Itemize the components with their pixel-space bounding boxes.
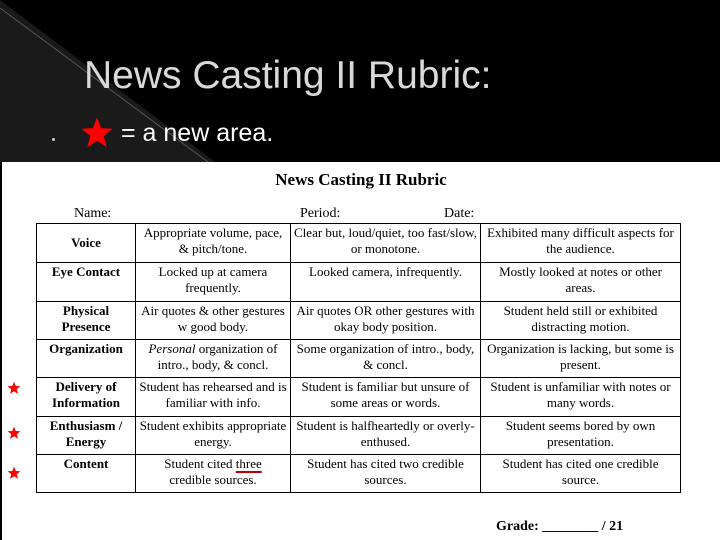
level-cell: Student exhibits appropriate energy. bbox=[135, 416, 291, 455]
level-cell: Student held still or exhibited distract… bbox=[480, 301, 681, 340]
criterion-cell: Enthusiasm / Energy bbox=[36, 416, 136, 455]
slide-title: News Casting II Rubric: bbox=[84, 54, 492, 97]
criterion-cell: Physical Presence bbox=[36, 301, 136, 340]
level-cell: Mostly looked at notes or other areas. bbox=[480, 262, 681, 302]
level-cell: Air quotes OR other gestures with okay b… bbox=[290, 301, 481, 340]
legend-text: = a new area. bbox=[121, 119, 274, 147]
table-row: Organization Personal organization of in… bbox=[36, 339, 681, 378]
criterion-cell: Eye Contact bbox=[36, 262, 136, 302]
level-cell: Student has rehearsed and is familiar wi… bbox=[135, 377, 291, 417]
star-icon bbox=[7, 426, 21, 439]
table-row: Delivery of Information Student has rehe… bbox=[36, 377, 681, 417]
level-cell: Looked camera, infrequently. bbox=[290, 262, 481, 302]
grade-label: Grade: ________ / 21 bbox=[496, 519, 624, 534]
star-icon bbox=[7, 381, 21, 394]
level-cell: Exhibited many difficult aspects for the… bbox=[480, 223, 681, 263]
level-cell: Student has cited two credible sources. bbox=[290, 454, 481, 493]
level-cell: Student seems bored by own presentation. bbox=[480, 416, 681, 455]
level-cell: Personal organization of intro., body, &… bbox=[135, 339, 291, 378]
period-field-label: Period: bbox=[300, 206, 341, 221]
level-cell: Clear but, loud/quiet, too fast/slow, or… bbox=[290, 223, 481, 263]
document-title: News Casting II Rubric bbox=[275, 170, 447, 189]
level-cell: Student is halfheartedly or overly-enthu… bbox=[290, 416, 481, 455]
level-cell: Student is familiar but unsure of some a… bbox=[290, 377, 481, 417]
criterion-cell: Delivery of Information bbox=[36, 377, 136, 417]
table-row: Enthusiasm / Energy Student exhibits app… bbox=[36, 416, 681, 455]
table-row: Eye Contact Locked up at camera frequent… bbox=[36, 262, 681, 302]
level-cell: Some organization of intro., body, & con… bbox=[290, 339, 481, 378]
level-cell: Student has cited one credible source. bbox=[480, 454, 681, 493]
star-icon bbox=[81, 117, 113, 148]
level-text: credible sources. bbox=[169, 472, 257, 487]
bullet-dot bbox=[52, 138, 55, 141]
criterion-cell: Content bbox=[36, 454, 136, 493]
level-cell: Student is unfamiliar with notes or many… bbox=[480, 377, 681, 417]
criterion-cell: Organization bbox=[36, 339, 136, 378]
spellcheck-underlined-word: three bbox=[235, 456, 262, 471]
table-row: Physical Presence Air quotes & other ges… bbox=[36, 301, 681, 340]
date-field-label: Date: bbox=[444, 206, 475, 221]
rubric-table: Voice Appropriate volume, pace, & pitch/… bbox=[36, 223, 681, 493]
table-row: Content Student cited three credible sour… bbox=[36, 454, 681, 493]
italic-prefix: Personal bbox=[148, 341, 196, 356]
table-row: Voice Appropriate volume, pace, & pitch/… bbox=[36, 223, 681, 263]
level-cell: Appropriate volume, pace, & pitch/tone. bbox=[135, 223, 291, 263]
name-field-label: Name: bbox=[74, 206, 112, 221]
rubric-document: News Casting II Rubric Name: Period: Dat… bbox=[2, 162, 720, 540]
level-cell: Air quotes & other gestures w good body. bbox=[135, 301, 291, 340]
level-cell: Locked up at camera frequently. bbox=[135, 262, 291, 302]
level-text: Student cited bbox=[164, 456, 233, 471]
level-cell: Organization is lacking, but some is pre… bbox=[480, 339, 681, 378]
level-cell: Student cited three credible sources. bbox=[135, 454, 291, 493]
star-icon bbox=[7, 466, 21, 479]
criterion-cell: Voice bbox=[36, 223, 136, 263]
